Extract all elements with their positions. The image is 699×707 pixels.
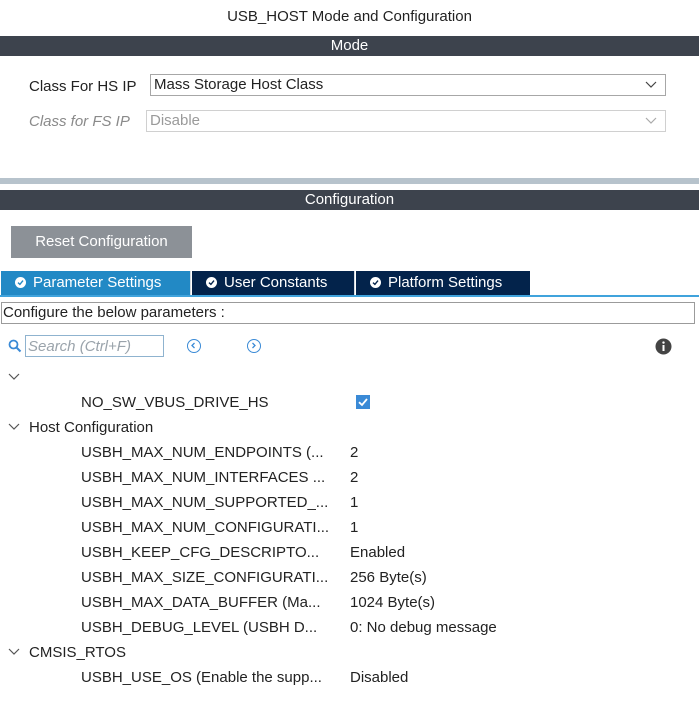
- mode-section-header: Mode: [0, 36, 699, 56]
- search-input[interactable]: [25, 335, 164, 357]
- tab-label: Platform Settings: [388, 274, 503, 291]
- param-name: USBH_MAX_NUM_CONFIGURATI...: [81, 519, 330, 536]
- reset-configuration-button[interactable]: Reset Configuration: [11, 226, 192, 258]
- param-value[interactable]: 1: [350, 519, 358, 536]
- param-value[interactable]: 1024 Byte(s): [350, 594, 435, 611]
- collapse-chevron-icon: [8, 423, 20, 430]
- parameter-description: Configure the below parameters :: [1, 302, 695, 324]
- tab-user-constants[interactable]: User Constants: [192, 271, 355, 295]
- hs-ip-label: Class For HS IP: [29, 78, 137, 95]
- search-icon: [8, 339, 22, 353]
- no-sw-vbus-drive-hs-checkbox[interactable]: [356, 395, 370, 409]
- param-name: USBH_MAX_NUM_ENDPOINTS (...: [81, 444, 324, 461]
- chevron-right-icon: [252, 342, 256, 349]
- search-next-button[interactable]: [247, 339, 261, 353]
- group-label: CMSIS_RTOS: [29, 644, 126, 661]
- check-circle-icon: [15, 276, 26, 288]
- param-name: USBH_KEEP_CFG_DESCRIPTO...: [81, 544, 320, 561]
- param-value[interactable]: 1: [350, 494, 358, 511]
- hs-ip-select[interactable]: Mass Storage Host Class: [150, 74, 666, 96]
- param-name: USBH_MAX_NUM_INTERFACES ...: [81, 469, 326, 486]
- chevron-down-icon: [645, 81, 657, 88]
- info-icon[interactable]: [655, 338, 672, 355]
- fs-ip-value: Disable: [150, 112, 201, 129]
- param-value[interactable]: 256 Byte(s): [350, 569, 427, 586]
- window-title: USB_HOST Mode and Configuration: [227, 8, 472, 25]
- group-host-configuration[interactable]: Host Configuration: [8, 419, 153, 436]
- hs-ip-value: Mass Storage Host Class: [154, 76, 324, 93]
- param-name: USBH_MAX_SIZE_CONFIGURATI...: [81, 569, 329, 586]
- group-cmsis-rtos[interactable]: CMSIS_RTOS: [8, 644, 126, 661]
- param-value[interactable]: 2: [350, 444, 358, 461]
- param-value[interactable]: 2: [350, 469, 358, 486]
- chevron-down-icon: [645, 117, 657, 124]
- param-value[interactable]: 0: No debug message: [350, 619, 497, 636]
- search-previous-button[interactable]: [187, 339, 201, 353]
- collapse-chevron-icon: [8, 648, 20, 655]
- chevron-left-icon: [191, 342, 195, 349]
- tab-underline: [0, 295, 699, 297]
- param-name: NO_SW_VBUS_DRIVE_HS: [81, 394, 269, 411]
- fs-ip-select[interactable]: Disable: [146, 110, 666, 132]
- collapse-chevron-icon[interactable]: [8, 372, 20, 382]
- check-circle-icon: [370, 276, 381, 288]
- param-name: USBH_DEBUG_LEVEL (USBH D...: [81, 619, 318, 636]
- param-value[interactable]: Enabled: [350, 544, 405, 561]
- checkmark-icon: [358, 398, 368, 407]
- param-name: USBH_MAX_NUM_SUPPORTED_...: [81, 494, 329, 511]
- fs-ip-label: Class for FS IP: [29, 113, 130, 130]
- configuration-section-header: Configuration: [0, 190, 699, 210]
- tab-platform-settings[interactable]: Platform Settings: [356, 271, 530, 295]
- param-value[interactable]: Disabled: [350, 669, 408, 686]
- param-name: USBH_MAX_DATA_BUFFER (Ma...: [81, 594, 321, 611]
- tab-label: User Constants: [224, 274, 328, 291]
- param-name: USBH_USE_OS (Enable the supp...: [81, 669, 322, 686]
- section-divider: [0, 178, 699, 184]
- tab-label: Parameter Settings: [33, 274, 162, 291]
- tab-parameter-settings[interactable]: Parameter Settings: [1, 271, 191, 295]
- check-circle-icon: [206, 276, 217, 288]
- group-label: Host Configuration: [29, 419, 154, 436]
